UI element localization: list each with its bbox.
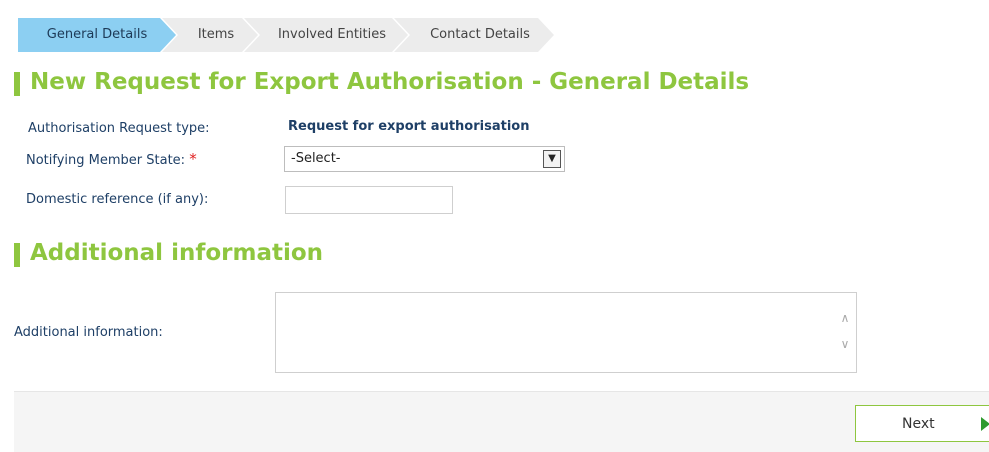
request-type-value: Request for export authorisation — [288, 119, 530, 134]
chevron-down-icon[interactable]: ▼ — [543, 150, 561, 168]
play-arrow-icon — [981, 417, 989, 431]
member-state-selected-value: -Select- — [291, 151, 341, 166]
request-type-label: Authorisation Request type: — [28, 121, 210, 136]
step-items[interactable]: Items — [162, 18, 258, 52]
member-state-label: Notifying Member State: * — [26, 150, 197, 168]
member-state-select[interactable]: -Select- ▼ — [284, 146, 565, 172]
scroll-down-icon[interactable]: ∨ — [838, 337, 852, 351]
step-general-details[interactable]: General Details — [18, 18, 176, 52]
domestic-ref-input[interactable] — [285, 186, 453, 214]
scroll-up-icon[interactable]: ∧ — [838, 311, 852, 325]
additional-info-textarea[interactable]: ∧ ∨ — [275, 292, 857, 373]
additional-info-label: Additional information: — [14, 325, 163, 340]
step-involved-entities[interactable]: Involved Entities — [244, 18, 408, 52]
additional-info-title: Additional information — [14, 240, 323, 267]
member-state-label-text: Notifying Member State: — [26, 153, 186, 168]
step-contact-details[interactable]: Contact Details — [394, 18, 554, 52]
next-button[interactable]: Next — [855, 405, 989, 442]
footer-bar — [14, 391, 989, 452]
domestic-ref-label: Domestic reference (if any): — [26, 192, 209, 207]
next-button-label: Next — [902, 416, 935, 432]
required-marker: * — [189, 150, 197, 168]
page-title: New Request for Export Authorisation - G… — [14, 69, 749, 96]
